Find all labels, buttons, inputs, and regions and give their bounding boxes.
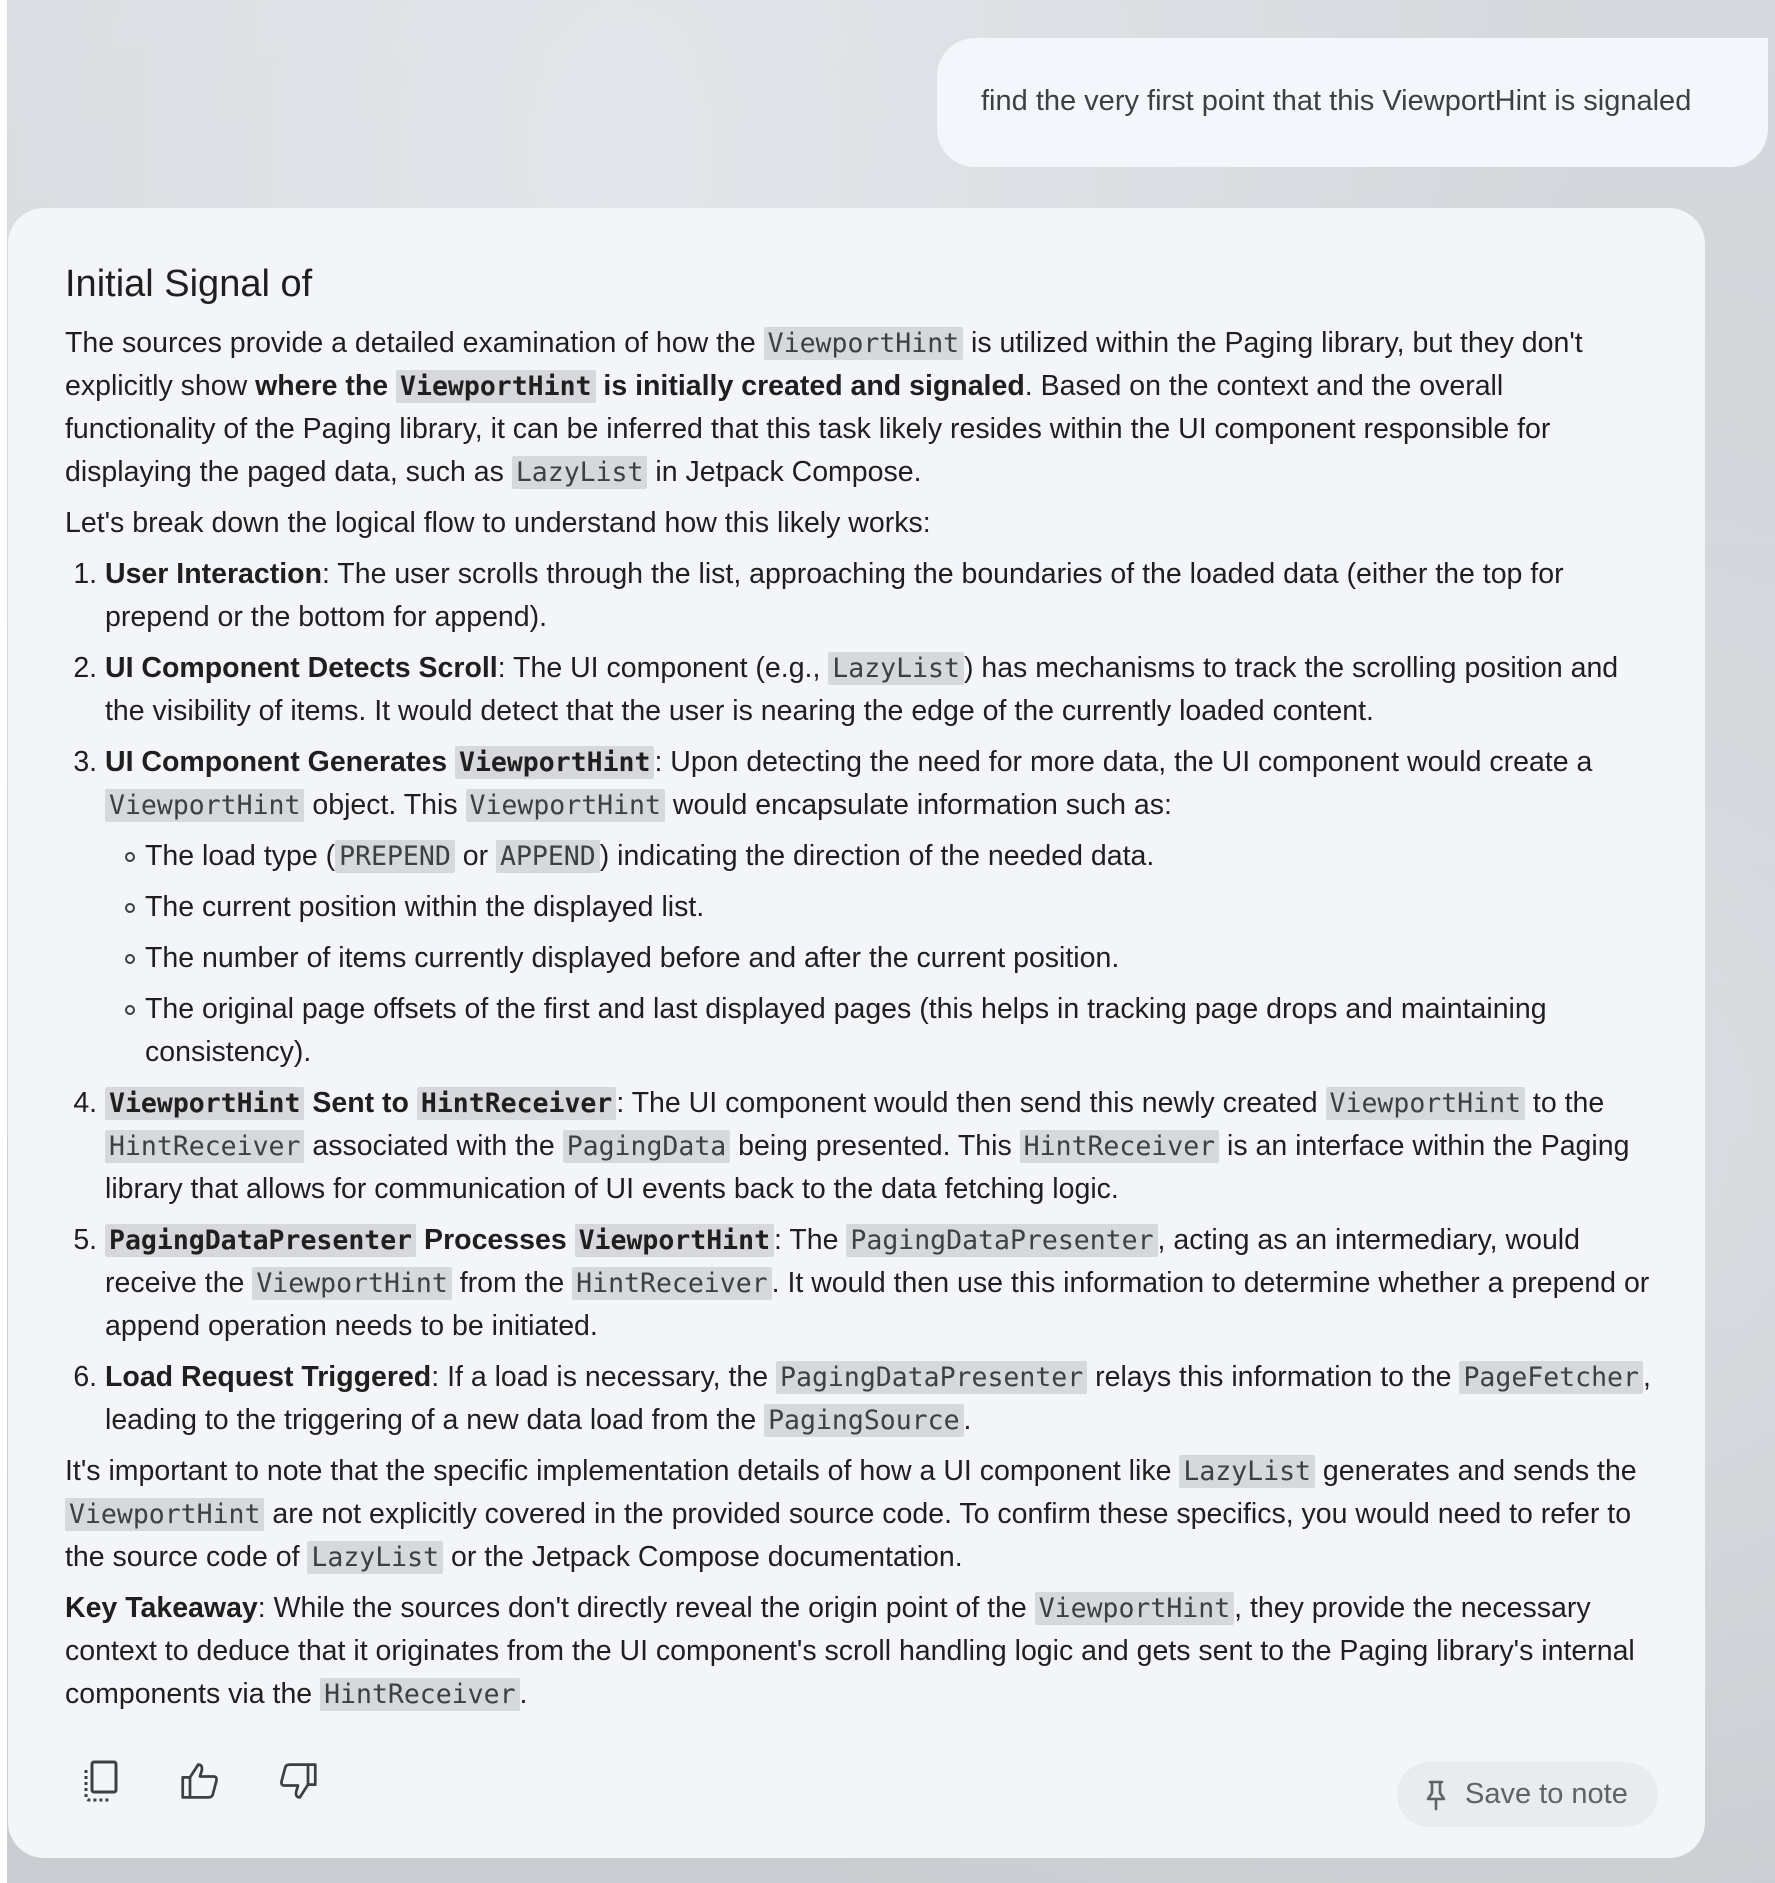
copy-icon (84, 1760, 118, 1802)
note-text: generates and sends the (1315, 1455, 1637, 1487)
inline-code: HintReceiver (105, 1130, 305, 1163)
takeaway-paragraph: Key Takeaway: While the sources don't di… (65, 1587, 1655, 1716)
inline-code: PagingDataPresenter (105, 1224, 417, 1257)
thumbs-down-button[interactable] (278, 1761, 318, 1801)
response-title: Initial Signal of (65, 263, 313, 305)
step-text: : If a load is necessary, the (431, 1361, 777, 1393)
bold-text: Sent to (304, 1087, 417, 1119)
inline-code: HintReceiver (1019, 1130, 1220, 1163)
inline-code: ViewportHint (396, 370, 596, 403)
sub-text: ) indicating the direction of the needed… (599, 840, 1155, 872)
inline-code: ViewportHint (105, 1087, 305, 1120)
sub-list-item: The load type (PREPEND or APPEND) indica… (105, 835, 1655, 878)
thumbs-down-icon (280, 1763, 317, 1799)
sub-list-item: The current position within the displaye… (105, 886, 1655, 929)
lead-paragraph: Let's break down the logical flow to und… (65, 507, 931, 539)
note-text: It's important to note that the specific… (65, 1455, 1180, 1487)
list-item: Load Request Triggered: If a load is nec… (105, 1356, 1655, 1442)
inline-code: HintReceiver (572, 1267, 772, 1300)
inline-code: LazyList (1179, 1455, 1315, 1488)
bold-text: UI Component Generates (105, 746, 455, 778)
takeaway-text: . (519, 1678, 528, 1710)
list-item: ViewportHint Sent to HintReceiver: The U… (105, 1082, 1655, 1211)
takeaway-text: : While the sources don't directly revea… (257, 1592, 1035, 1624)
list-item: UI Component Detects Scroll: The UI comp… (105, 647, 1655, 733)
step-heading: UI Component Generates ViewportHint (105, 746, 655, 779)
inline-code: ViewportHint (65, 1498, 265, 1531)
note-paragraph: It's important to note that the specific… (65, 1450, 1655, 1579)
step-text: relays this information to the (1087, 1361, 1460, 1393)
step-text: would encapsulate information such as: (664, 789, 1172, 821)
step-text: associated with the (304, 1130, 563, 1162)
inline-code: LazyList (307, 1541, 444, 1574)
inline-code: ViewportHint (1325, 1087, 1525, 1120)
thumbs-up-icon (181, 1763, 218, 1799)
inline-code: PagingDataPresenter (846, 1224, 1158, 1257)
list-item: UI Component Generates ViewportHint: Upo… (105, 741, 1655, 1074)
inline-code: PREPEND (335, 840, 455, 873)
save-to-note-button[interactable]: Save to note (1397, 1762, 1658, 1827)
step-heading: UI Component Detects Scroll (105, 652, 498, 684)
sub-list: The load type (PREPEND or APPEND) indica… (105, 835, 1655, 1074)
inline-code: PagingDataPresenter (776, 1361, 1088, 1394)
user-message-text: find the very first point that this View… (981, 85, 1692, 117)
bold-text: where the (255, 370, 397, 402)
sub-text: or (454, 840, 496, 872)
response-content: Initial Signal of The sources provide a … (65, 260, 1655, 1724)
inline-code: PageFetcher (1459, 1361, 1643, 1394)
inline-code: APPEND (495, 840, 600, 873)
inline-code: PagingSource (764, 1404, 964, 1437)
step-text: : The user scrolls through the list, app… (105, 558, 1564, 633)
thumbs-up-button[interactable] (180, 1761, 220, 1801)
step-text: being presented. This (730, 1130, 1020, 1162)
step-text: : The UI component (e.g., (497, 652, 829, 684)
takeaway-heading: Key Takeaway (65, 1592, 258, 1624)
user-message-bubble: find the very first point that this View… (937, 38, 1768, 167)
step-text: object. This (304, 789, 466, 821)
inline-code: ViewportHint (105, 789, 305, 822)
step-heading: PagingDataPresenter Processes ViewportHi… (105, 1224, 775, 1257)
step-text: : Upon detecting the need for more data,… (654, 746, 1593, 778)
sub-list-item: The number of items currently displayed … (105, 937, 1655, 980)
pin-icon (1426, 1780, 1446, 1810)
step-text: : The (774, 1224, 847, 1256)
bold-text: Processes (416, 1224, 575, 1256)
step-heading: Load Request Triggered (105, 1361, 432, 1393)
list-item: User Interaction: The user scrolls throu… (105, 553, 1655, 639)
inline-code: HintReceiver (416, 1087, 617, 1120)
inline-code: ViewportHint (454, 746, 655, 779)
inline-code: ViewportHint (1034, 1592, 1235, 1625)
intro-bold: where the ViewportHint is initially crea… (255, 370, 1025, 403)
step-text: : The UI component would then send this … (616, 1087, 1326, 1119)
sub-list-item: The original page offsets of the first a… (105, 988, 1655, 1074)
list-item: PagingDataPresenter Processes ViewportHi… (105, 1219, 1655, 1348)
left-edge (0, 0, 7, 1883)
sub-text: The load type ( (145, 840, 336, 872)
inline-code: ViewportHint (574, 1224, 775, 1257)
step-text: from the (451, 1267, 573, 1299)
steps-list: User Interaction: The user scrolls throu… (65, 553, 1655, 1442)
inline-code: ViewportHint (763, 327, 964, 360)
note-text: or the Jetpack Compose documentation. (443, 1541, 963, 1573)
inline-code: LazyList (828, 652, 964, 685)
step-heading: User Interaction (105, 558, 322, 590)
bold-text: is initially created and signaled (595, 370, 1025, 402)
step-heading: ViewportHint Sent to HintReceiver (105, 1087, 617, 1120)
step-text: . (963, 1404, 972, 1436)
inline-code: PagingData (562, 1130, 731, 1163)
inline-code: HintReceiver (320, 1678, 520, 1711)
save-to-note-label: Save to note (1465, 1778, 1628, 1810)
intro-text: in Jetpack Compose. (647, 456, 922, 488)
intro-text: The sources provide a detailed examinati… (65, 327, 764, 359)
inline-code: ViewportHint (252, 1267, 452, 1300)
inline-code: ViewportHint (465, 789, 665, 822)
copy-button[interactable] (82, 1760, 122, 1802)
response-actions (82, 1760, 318, 1802)
step-text: to the (1525, 1087, 1605, 1119)
inline-code: LazyList (511, 456, 648, 489)
intro-paragraph: The sources provide a detailed examinati… (65, 322, 1655, 494)
response-card: Initial Signal of The sources provide a … (8, 208, 1705, 1858)
